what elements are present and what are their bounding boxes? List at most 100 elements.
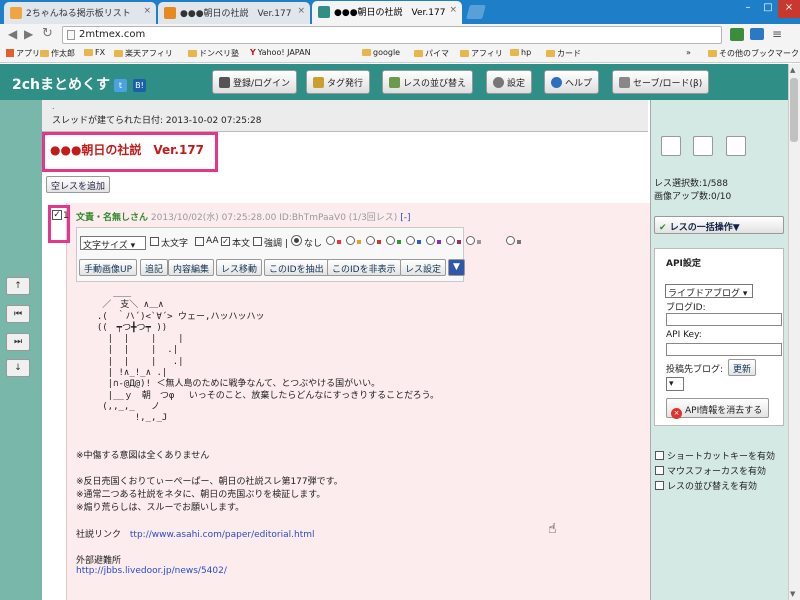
browser-tab-3[interactable]: ●●●朝日の社説 Ver.177 × xyxy=(312,1,462,24)
bookmark-label: 楽天アフィリ xyxy=(125,49,173,58)
close-window-icon[interactable]: × xyxy=(778,0,800,18)
more-options-button[interactable]: ▼ xyxy=(448,259,465,276)
color-radio[interactable] xyxy=(426,236,435,245)
bulk-action-button[interactable]: ✔ レスの一括操作▼ xyxy=(654,216,784,234)
blog-id-input[interactable] xyxy=(666,313,782,326)
other-bookmarks[interactable]: その他のブックマーク xyxy=(708,48,799,59)
tag-icon xyxy=(313,77,324,88)
chevron-down-icon: ▾ xyxy=(742,289,748,299)
reload-icon[interactable]: ↻ xyxy=(42,26,53,41)
color-radio[interactable] xyxy=(326,236,335,245)
editorial-link[interactable]: ttp://www.asahi.com/paper/editorial.html xyxy=(130,530,315,540)
manual-image-upload-button[interactable]: 手動画像UP xyxy=(79,259,138,276)
list-view-icon[interactable] xyxy=(661,136,681,156)
hatena-bookmark-icon[interactable]: B! xyxy=(133,79,146,92)
bookmark-folder[interactable]: FX xyxy=(84,48,105,57)
add-empty-reply-button[interactable]: 空レスを追加 xyxy=(46,176,111,193)
color-radio-none[interactable] xyxy=(292,236,301,245)
color-radio[interactable] xyxy=(366,236,375,245)
browser-tab-2[interactable]: ●●●朝日の社説 Ver.177 × xyxy=(158,2,310,24)
jump-last-icon[interactable]: ⏭ xyxy=(6,333,30,351)
bookmark-folder[interactable]: google xyxy=(362,48,400,57)
collapse-link[interactable]: [-] xyxy=(400,213,410,223)
api-key-label: API Key: xyxy=(666,330,702,340)
move-reply-button[interactable]: レス移動 xyxy=(216,259,263,276)
font-size-select[interactable]: 文字サイズ ▾ xyxy=(80,236,146,251)
color-radio[interactable] xyxy=(346,236,355,245)
document-icon[interactable] xyxy=(726,136,746,156)
jump-first-icon[interactable]: ⏮ xyxy=(6,305,30,323)
save-load-button[interactable]: セーブ/ロード(β) xyxy=(612,70,710,94)
color-radio[interactable] xyxy=(446,236,455,245)
extract-id-button[interactable]: このIDを抽出 xyxy=(264,259,329,276)
folder-icon xyxy=(84,49,93,56)
scroll-up-icon[interactable]: ↑ xyxy=(6,277,30,295)
option-label: マウスフォーカスを有効 xyxy=(667,467,767,477)
bookmarks-overflow[interactable]: » xyxy=(686,48,691,57)
forward-icon[interactable]: ▶ xyxy=(24,27,33,41)
checkbox[interactable] xyxy=(655,466,664,475)
bookmarks-bar: アプリ 作太郎 FX 楽天アフィリ ドンペリ塾 Y Yahoo! JAPAN go… xyxy=(0,46,800,63)
settings-button[interactable]: 設定 xyxy=(486,70,533,94)
color-radio[interactable] xyxy=(406,236,415,245)
color-swatch xyxy=(437,240,441,244)
bookmark-folder[interactable]: hp xyxy=(510,48,531,57)
update-button[interactable]: 更新 xyxy=(728,359,757,376)
color-radio[interactable] xyxy=(386,236,395,245)
scroll-up-arrow-icon[interactable]: ▲ xyxy=(790,66,795,74)
tab-close-icon[interactable]: × xyxy=(297,6,305,16)
reply-sort-option[interactable]: レスの並び替えを有効 xyxy=(655,479,757,492)
checkbox[interactable] xyxy=(655,451,664,460)
color-radio[interactable] xyxy=(466,236,475,245)
bookmark-folder[interactable]: パイマ xyxy=(414,48,449,59)
scroll-down-icon[interactable]: ↓ xyxy=(6,359,30,377)
bookmark-apps[interactable]: アプリ xyxy=(6,48,40,59)
twitter-icon[interactable]: t xyxy=(114,79,127,92)
browser-tab-1[interactable]: 2ちゃんねる掲示板リスト × xyxy=(4,2,156,24)
app-logo[interactable]: 2chまとめくす xyxy=(12,74,110,94)
emphasis-checkbox[interactable] xyxy=(253,237,262,246)
new-tab-button[interactable] xyxy=(466,5,486,19)
sort-replies-button[interactable]: レスの並び替え xyxy=(382,70,474,94)
chat-extension-icon[interactable] xyxy=(750,28,764,40)
tag-issue-button[interactable]: タグ発行 xyxy=(306,70,371,94)
blog-service-select[interactable]: ライブドアブログ ▾ xyxy=(665,284,753,299)
mouse-focus-option[interactable]: マウスフォーカスを有効 xyxy=(655,464,766,477)
bookmark-folder[interactable]: カード xyxy=(546,48,581,59)
scrollbar-thumb[interactable] xyxy=(790,78,798,142)
page-icon xyxy=(67,30,75,40)
color-radio[interactable] xyxy=(506,236,515,245)
append-button[interactable]: 追記 xyxy=(140,259,169,276)
page-scrollbar[interactable] xyxy=(788,64,800,600)
body-checkbox[interactable]: ✓ xyxy=(221,237,230,246)
bookmark-folder[interactable]: 楽天アフィリ xyxy=(114,48,173,59)
post-blog-select[interactable]: ▾ xyxy=(666,377,684,391)
bold-checkbox[interactable] xyxy=(150,237,159,246)
clear-api-button[interactable]: × API情報を消去する xyxy=(666,398,770,419)
shortcut-keys-option[interactable]: ショートカットキーを有効 xyxy=(655,449,775,462)
refuge-link[interactable]: http://jbbs.livedoor.jp/news/5402/ xyxy=(76,566,227,576)
bookmark-folder[interactable]: ドンペリ塾 xyxy=(188,48,239,59)
minimize-icon[interactable]: – xyxy=(738,0,758,18)
help-button[interactable]: ヘルプ xyxy=(544,70,600,94)
post-select-checkbox[interactable]: ✓ xyxy=(52,210,62,220)
api-key-input[interactable] xyxy=(666,343,782,356)
expand-icon[interactable] xyxy=(693,136,713,156)
hide-id-button[interactable]: このIDを非表示 xyxy=(327,259,401,276)
checkbox[interactable] xyxy=(655,481,664,490)
edit-content-button[interactable]: 内容編集 xyxy=(168,259,215,276)
extension-icon[interactable] xyxy=(730,28,744,41)
maximize-icon[interactable]: □ xyxy=(758,0,778,18)
reply-settings-button[interactable]: レス設定 xyxy=(400,259,447,276)
aa-checkbox[interactable] xyxy=(195,237,204,246)
bookmark-folder[interactable]: 作太郎 xyxy=(40,48,75,59)
login-button[interactable]: 登録/ログイン xyxy=(212,70,298,94)
bookmark-folder[interactable]: アフィリ xyxy=(460,48,503,59)
bookmark-yahoo[interactable]: Y Yahoo! JAPAN xyxy=(250,48,311,57)
scroll-down-arrow-icon[interactable]: ▼ xyxy=(790,590,795,598)
menu-icon[interactable]: ≡ xyxy=(772,27,782,41)
url-input[interactable]: 2mtmex.com xyxy=(62,26,722,44)
back-icon[interactable]: ◀ xyxy=(8,27,17,41)
tab-close-icon[interactable]: × xyxy=(143,6,151,16)
tab-close-icon[interactable]: × xyxy=(449,5,457,15)
